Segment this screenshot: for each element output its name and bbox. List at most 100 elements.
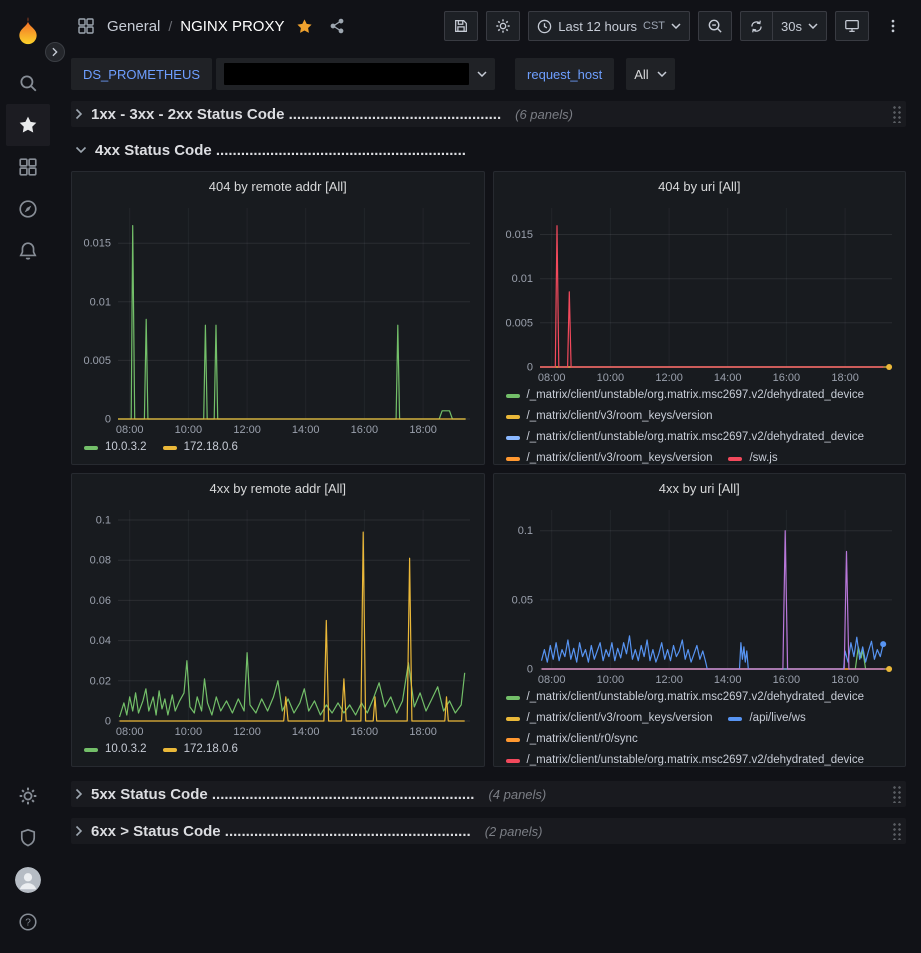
legend-item[interactable]: /_matrix/client/r0/sync xyxy=(506,731,638,748)
row-4xx[interactable]: 4xx Status Code ........................… xyxy=(71,137,906,163)
grafana-logo[interactable] xyxy=(6,8,50,56)
row-6xx[interactable]: 6xx > Status Code ......................… xyxy=(71,818,906,844)
refresh-interval-select[interactable]: 30s xyxy=(772,11,827,41)
sidebar-item-server-admin[interactable] xyxy=(6,817,50,859)
svg-text:0.015: 0.015 xyxy=(505,229,533,241)
breadcrumb-separator: / xyxy=(168,18,172,34)
sidebar-item-configuration[interactable] xyxy=(6,775,50,817)
svg-text:0.1: 0.1 xyxy=(96,515,111,527)
legend-swatch xyxy=(506,457,520,461)
sidebar-item-dashboards[interactable] xyxy=(6,146,50,188)
legend-item[interactable]: 172.18.0.6 xyxy=(163,439,238,456)
shield-icon xyxy=(18,828,38,848)
svg-text:18:00: 18:00 xyxy=(409,726,437,738)
svg-text:0.005: 0.005 xyxy=(505,317,533,329)
svg-text:10:00: 10:00 xyxy=(596,372,624,384)
panel-chart[interactable]: 00.0050.010.01508:0010:0012:0014:0016:00… xyxy=(494,200,906,385)
svg-text:0: 0 xyxy=(105,716,111,728)
legend-item[interactable]: /_matrix/client/unstable/org.matrix.msc2… xyxy=(506,387,865,404)
row-title: 6xx > Status Code ......................… xyxy=(91,823,471,840)
legend-item[interactable]: /_matrix/client/v3/room_keys/version xyxy=(506,710,713,727)
row-5xx[interactable]: 5xx Status Code ........................… xyxy=(71,781,906,807)
time-range-picker[interactable]: Last 12 hours CST xyxy=(528,11,690,41)
legend-item[interactable]: /_matrix/client/v3/room_keys/version xyxy=(506,450,713,465)
svg-text:0.01: 0.01 xyxy=(511,273,532,285)
dashboard-toolbar: Last 12 hours CST 30s xyxy=(444,11,909,41)
legend-swatch xyxy=(506,738,520,742)
sidebar-item-profile[interactable] xyxy=(6,859,50,901)
dashboard-submenu: DS_PROMETHEUS request_host All xyxy=(55,52,921,96)
panel-title[interactable]: 404 by remote addr [All] xyxy=(72,172,484,200)
legend-item[interactable]: /_matrix/client/unstable/org.matrix.msc2… xyxy=(506,752,865,767)
panel-4xx-by-uri: 4xx by uri [All]00.050.108:0010:0012:001… xyxy=(493,473,907,767)
more-options-button[interactable] xyxy=(877,11,909,41)
svg-text:0.06: 0.06 xyxy=(90,595,111,607)
favorite-star-button[interactable] xyxy=(292,14,317,39)
chevron-right-icon xyxy=(75,825,83,837)
legend-item[interactable]: /_matrix/client/unstable/org.matrix.msc2… xyxy=(506,429,865,446)
svg-text:0: 0 xyxy=(526,664,532,676)
svg-text:12:00: 12:00 xyxy=(233,424,261,436)
row-drag-handle[interactable] xyxy=(892,822,902,840)
search-icon[interactable] xyxy=(6,62,50,104)
refresh-button[interactable] xyxy=(740,11,773,41)
zoom-out-button[interactable] xyxy=(698,11,732,41)
panel-title[interactable]: 4xx by uri [All] xyxy=(494,474,906,502)
row-title: 1xx - 3xx - 2xx Status Code ............… xyxy=(91,106,501,123)
share-button[interactable] xyxy=(325,14,349,38)
panel-chart[interactable]: 00.050.108:0010:0012:0014:0016:0018:00 xyxy=(494,502,906,687)
gear-icon xyxy=(495,18,511,34)
legend-item[interactable]: 10.0.3.2 xyxy=(84,741,147,758)
legend-item[interactable]: /_matrix/client/unstable/org.matrix.msc2… xyxy=(506,689,865,706)
save-dashboard-button[interactable] xyxy=(444,11,478,41)
page-title[interactable]: NGINX PROXY xyxy=(180,18,284,35)
sidebar-item-help[interactable]: ? xyxy=(6,901,50,943)
svg-text:08:00: 08:00 xyxy=(116,424,144,436)
tv-mode-button[interactable] xyxy=(835,11,869,41)
legend-item[interactable]: /_matrix/client/v3/room_keys/version xyxy=(506,408,713,425)
legend-swatch xyxy=(84,748,98,752)
kebab-icon xyxy=(885,18,901,34)
row-drag-handle[interactable] xyxy=(892,105,902,123)
breadcrumb: General / NGINX PROXY xyxy=(107,18,284,35)
svg-text:12:00: 12:00 xyxy=(655,674,683,686)
sidebar-item-starred[interactable] xyxy=(6,104,50,146)
variable-ds-value-dropdown[interactable] xyxy=(216,58,495,90)
variable-request-host-dropdown[interactable]: All xyxy=(626,58,674,90)
breadcrumb-section[interactable]: General xyxy=(107,18,160,35)
svg-text:0.02: 0.02 xyxy=(90,675,111,687)
panel-chart[interactable]: 00.020.040.060.080.108:0010:0012:0014:00… xyxy=(72,502,484,739)
variable-label-ds-prometheus[interactable]: DS_PROMETHEUS xyxy=(71,58,212,90)
variable-label-request-host[interactable]: request_host xyxy=(515,58,614,90)
svg-text:0.01: 0.01 xyxy=(90,296,111,308)
svg-text:0: 0 xyxy=(526,362,532,374)
svg-text:0.05: 0.05 xyxy=(511,594,532,606)
row-panel-count: (2 panels) xyxy=(485,824,543,839)
svg-text:0.08: 0.08 xyxy=(90,555,111,567)
panel-title[interactable]: 404 by uri [All] xyxy=(494,172,906,200)
svg-text:18:00: 18:00 xyxy=(831,372,859,384)
sidebar-expand-button[interactable] xyxy=(45,42,65,62)
legend-item[interactable]: /api/live/ws xyxy=(728,710,805,727)
panel-chart[interactable]: 00.0050.010.01508:0010:0012:0014:0016:00… xyxy=(72,200,484,437)
legend-swatch xyxy=(728,457,742,461)
grafana-app: ? General / NGINX PROXY xyxy=(0,0,921,953)
row-drag-handle[interactable] xyxy=(892,785,902,803)
panel-title[interactable]: 4xx by remote addr [All] xyxy=(72,474,484,502)
legend-swatch xyxy=(728,717,742,721)
sidebar-item-alerting[interactable] xyxy=(6,230,50,272)
svg-text:0.1: 0.1 xyxy=(517,525,532,537)
chevron-down-icon xyxy=(657,71,667,77)
svg-text:0.005: 0.005 xyxy=(83,355,111,367)
variable-request-host-value: All xyxy=(634,67,648,82)
legend-item[interactable]: 172.18.0.6 xyxy=(163,741,238,758)
panel-404-by-remote-addr: 404 by remote addr [All]00.0050.010.0150… xyxy=(71,171,485,465)
svg-text:14:00: 14:00 xyxy=(292,424,320,436)
legend-item[interactable]: 10.0.3.2 xyxy=(84,439,147,456)
sidebar-item-explore[interactable] xyxy=(6,188,50,230)
refresh-group: 30s xyxy=(740,11,827,41)
row-1xx-3xx-2xx[interactable]: 1xx - 3xx - 2xx Status Code ............… xyxy=(71,101,906,127)
dashboard-settings-button[interactable] xyxy=(486,11,520,41)
legend-item[interactable]: /sw.js xyxy=(728,450,777,465)
apps-grid-icon xyxy=(73,13,99,39)
